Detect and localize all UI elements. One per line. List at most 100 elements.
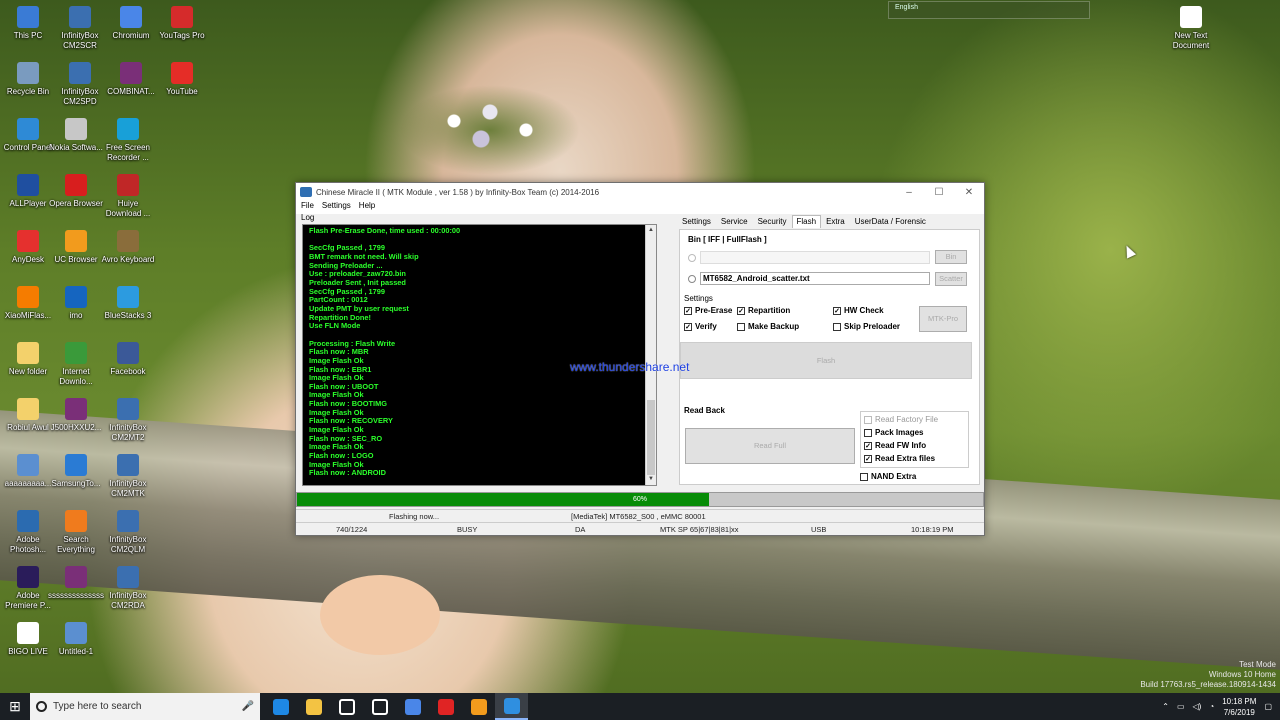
log-console[interactable]: Flash Pre-Erase Done, time used : 00:00:…: [302, 224, 657, 486]
read-extra-files-checkbox[interactable]: ✓ Read Extra files: [864, 454, 935, 463]
network-icon[interactable]: ▭: [1177, 702, 1185, 711]
desktop-icon-label: Internet Downlo...: [59, 367, 93, 386]
desktop-icon[interactable]: YouTube: [154, 62, 210, 97]
system-tray: ⌃ ▭ ◁) ◔ 10:18 PM 7/6/2019 ▢: [1162, 696, 1280, 718]
infinitybox-icon: [69, 62, 91, 84]
taskbar-app-button[interactable]: [330, 693, 363, 720]
desktop-icon[interactable]: SamsungTo...: [48, 454, 104, 489]
make-backup-checkbox[interactable]: Make Backup: [737, 322, 799, 331]
desktop-icon[interactable]: This PC: [0, 6, 56, 41]
desktop-icon[interactable]: Opera Browser: [48, 174, 104, 209]
desktop-icon[interactable]: InfinityBox CM2MTK: [100, 454, 156, 499]
infinitybox-icon: [69, 6, 91, 28]
close-button[interactable]: ✕: [954, 187, 984, 198]
taskbar-app-button[interactable]: [396, 693, 429, 720]
desktop-icon[interactable]: J500HXXU2...: [48, 398, 104, 433]
desktop-icon[interactable]: UC Browser: [48, 230, 104, 265]
tab-userdata-forensic[interactable]: UserData / Forensic: [850, 215, 931, 228]
desktop-icon-label: InfinityBox CM2SCR: [61, 31, 99, 50]
desktop-icon[interactable]: Search Everything: [48, 510, 104, 555]
scatter-button[interactable]: Scatter: [935, 272, 967, 286]
taskbar-app-button[interactable]: [462, 693, 495, 720]
desktop-icon[interactable]: InfinityBox CM2QLM: [100, 510, 156, 555]
start-button[interactable]: ⊞: [0, 693, 30, 720]
desktop-icon[interactable]: Untitled-1: [48, 622, 104, 657]
tab-service[interactable]: Service: [716, 215, 753, 228]
tab-settings[interactable]: Settings: [677, 215, 716, 228]
maximize-button[interactable]: ☐: [924, 187, 954, 198]
minimize-button[interactable]: –: [894, 187, 924, 198]
desktop-icon[interactable]: InfinityBox CM2SCR: [52, 6, 108, 51]
scroll-up-icon[interactable]: ▲: [646, 225, 656, 236]
volume-icon[interactable]: ◁): [1193, 702, 1202, 711]
taskbar-search[interactable]: Type here to search 🎤: [30, 693, 260, 720]
desktop-icon-label: New Text Document: [1172, 31, 1210, 50]
checkbox-box: ✓: [684, 306, 692, 315]
read-fw-info-checkbox[interactable]: ✓ Read FW Info: [864, 441, 926, 450]
desktop-icon[interactable]: Chromium: [103, 6, 159, 41]
language-bar[interactable]: English: [888, 1, 1090, 19]
uc-browser-icon: [470, 698, 487, 715]
desktop-icon[interactable]: InfinityBox CM2RDA: [100, 566, 156, 611]
taskbar-app-button[interactable]: [429, 693, 462, 720]
bin-radio[interactable]: [688, 254, 696, 262]
hw-check-checkbox[interactable]: ✓ HW Check: [833, 306, 884, 315]
desktop-icon[interactable]: Recycle Bin: [0, 62, 56, 97]
scatter-radio[interactable]: [688, 275, 696, 283]
desktop-icon[interactable]: Huiye Download ...: [100, 174, 156, 219]
notification-icon[interactable]: ▢: [1264, 702, 1272, 711]
read-full-button[interactable]: Read Full: [685, 428, 855, 464]
desktop-icon[interactable]: Avro Keyboard: [100, 230, 156, 265]
microphone-icon[interactable]: 🎤: [242, 701, 254, 712]
tab-security[interactable]: Security: [753, 215, 792, 228]
checkbox-label: Make Backup: [748, 322, 800, 331]
log-scrollbar[interactable]: ▲ ▼: [645, 225, 656, 485]
bin-button[interactable]: Bin: [935, 250, 967, 264]
desktop-icon[interactable]: Facebook: [100, 342, 156, 377]
taskbar-app-button[interactable]: [297, 693, 330, 720]
scroll-down-icon[interactable]: ▼: [646, 474, 656, 485]
nand-extra-checkbox[interactable]: NAND Extra: [860, 472, 916, 481]
desktop-icon[interactable]: imo: [48, 286, 104, 321]
build-text: Build 17763.rs5_release.180914-1434: [1140, 680, 1276, 689]
menu-settings[interactable]: Settings: [322, 201, 351, 214]
clock[interactable]: 10:18 PM 7/6/2019: [1222, 696, 1256, 718]
menu-help[interactable]: Help: [359, 201, 375, 214]
app-icon: [300, 187, 312, 197]
flash-button[interactable]: Flash: [680, 342, 972, 379]
scroll-thumb[interactable]: [647, 400, 655, 475]
taskbar-app-button[interactable]: [363, 693, 396, 720]
scatter-file-input[interactable]: MT6582_Android_scatter.txt: [700, 272, 930, 285]
wifi-icon[interactable]: ◔: [1209, 702, 1214, 711]
desktop-icon[interactable]: Nokia Softwa...: [48, 118, 104, 153]
desktop-icon[interactable]: New Text Document: [1163, 6, 1219, 51]
flower-crown-image: [400, 85, 580, 175]
infinitybox-icon: [117, 510, 139, 532]
status-device: [MediaTek] MT6582_S00 , eMMC 80001: [571, 512, 706, 521]
read-factory-file-checkbox[interactable]: Read Factory File: [864, 415, 938, 424]
checkbox-label: HW Check: [844, 306, 884, 315]
skip-preloader-checkbox[interactable]: Skip Preloader: [833, 322, 900, 331]
pack-images-checkbox[interactable]: Pack Images: [864, 428, 923, 437]
desktop-icon[interactable]: InfinityBox CM2MT2: [100, 398, 156, 443]
tab-extra[interactable]: Extra: [821, 215, 850, 228]
bin-file-input[interactable]: [700, 251, 930, 264]
verify-checkbox[interactable]: ✓ Verify: [684, 322, 717, 331]
title-bar[interactable]: Chinese Miracle II ( MTK Module , ver 1.…: [296, 183, 984, 201]
taskbar-app-button[interactable]: [264, 693, 297, 720]
bluestacks-icon: [117, 286, 139, 308]
taskbar-app-button[interactable]: [495, 693, 528, 720]
desktop-icon[interactable]: ssssssssssssss: [48, 566, 104, 601]
tab-flash[interactable]: Flash: [791, 215, 822, 228]
repartition-checkbox[interactable]: ✓ Repartition: [737, 306, 790, 315]
desktop-icon[interactable]: YouTags Pro: [154, 6, 210, 41]
desktop-icon[interactable]: COMBINAT...: [103, 62, 159, 97]
desktop-icon[interactable]: BlueStacks 3: [100, 286, 156, 321]
desktop-icon[interactable]: Free Screen Recorder ...: [100, 118, 156, 163]
desktop-icon-label: Free Screen Recorder ...: [105, 143, 151, 162]
chevron-up-icon[interactable]: ⌃: [1162, 702, 1169, 711]
pre-erase-checkbox[interactable]: ✓ Pre-Erase: [684, 306, 732, 315]
mtk-pro-button[interactable]: MTK-Pro: [919, 306, 967, 332]
desktop-icon[interactable]: Internet Downlo...: [48, 342, 104, 387]
desktop-icon[interactable]: InfinityBox CM2SPD: [52, 62, 108, 107]
